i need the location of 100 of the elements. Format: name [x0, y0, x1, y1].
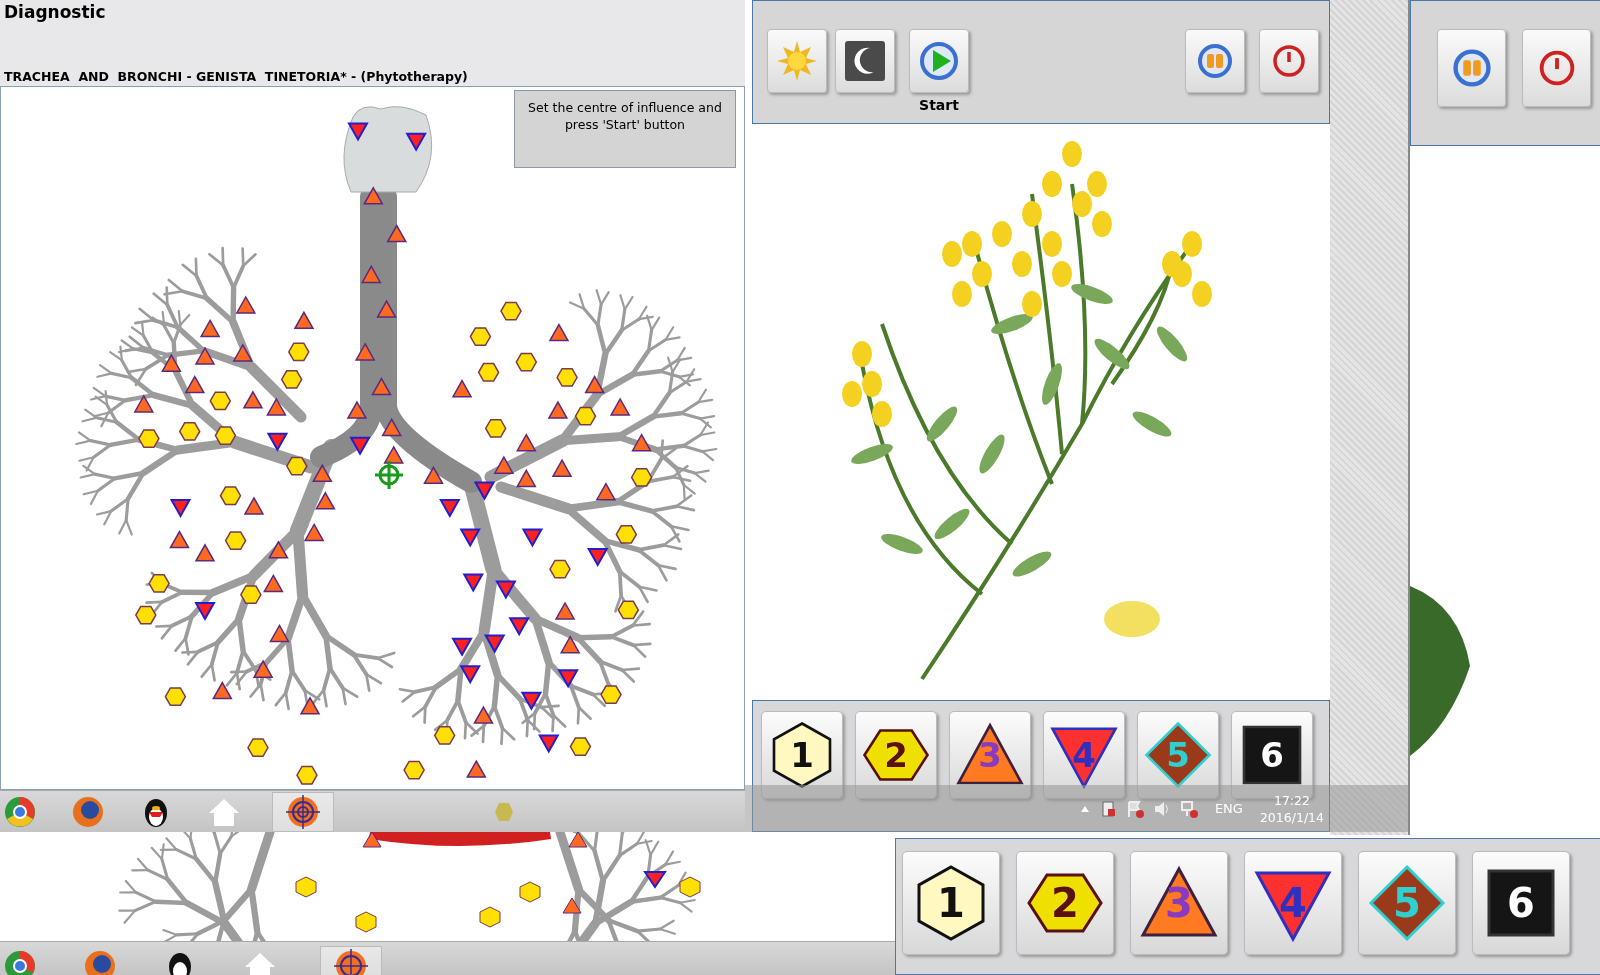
wide-hexagon-button[interactable]: 2 [1016, 851, 1114, 955]
inverted-triangle-marker[interactable] [451, 637, 473, 657]
hexagon-marker[interactable] [479, 906, 501, 928]
inverted-triangle-marker[interactable] [520, 691, 543, 711]
pause-button[interactable] [1185, 29, 1245, 93]
triangle-marker[interactable] [199, 318, 221, 338]
triangle-marker[interactable] [551, 458, 573, 477]
hexagon-button[interactable]: 1 [902, 851, 1000, 955]
inverted-triangle-marker[interactable] [643, 871, 667, 889]
inverted-triangle-marker[interactable] [473, 481, 496, 501]
triangle-marker[interactable] [466, 759, 487, 778]
triangle-marker[interactable] [266, 397, 287, 416]
inverted-triangle-marker[interactable] [495, 580, 517, 600]
hexagon-marker[interactable] [600, 685, 622, 704]
hexagon-marker[interactable] [164, 687, 187, 706]
inverted-triangle-marker[interactable] [587, 547, 609, 567]
triangle-marker[interactable] [362, 832, 382, 848]
triangle-marker[interactable] [354, 342, 376, 361]
hexagon-marker[interactable] [515, 352, 538, 372]
hexagon-marker[interactable] [285, 456, 308, 476]
target-taskbar-icon[interactable] [272, 791, 334, 832]
hexagon-marker[interactable] [469, 327, 492, 346]
target-taskbar-icon[interactable] [320, 946, 382, 975]
hexagon-marker[interactable] [219, 486, 242, 506]
triangle-marker[interactable] [451, 379, 473, 398]
hexagon-marker[interactable] [630, 467, 653, 487]
inverted-triangle-marker[interactable] [557, 669, 579, 689]
triangle-marker[interactable] [243, 496, 265, 515]
hexagon-marker[interactable] [148, 573, 170, 593]
triangle-marker[interactable] [293, 310, 315, 329]
inverted-triangle-marker[interactable] [194, 601, 216, 621]
hexagon-marker[interactable] [477, 362, 500, 382]
triangle-marker[interactable] [346, 400, 368, 419]
triangle-marker[interactable] [493, 455, 515, 474]
hexagon-marker[interactable] [569, 737, 592, 756]
inverted-triangle-marker[interactable] [349, 436, 371, 456]
inverted-triangle-marker[interactable] [169, 498, 192, 518]
triangle-button[interactable]: 3 [949, 711, 1031, 799]
hexagon-marker[interactable] [617, 600, 640, 620]
inverted-triangle-marker[interactable] [405, 132, 427, 152]
clock-date[interactable]: 2016/1/14 [1259, 809, 1324, 825]
hexagon-marker[interactable] [519, 881, 541, 903]
inverted-triangle-marker[interactable] [439, 498, 461, 518]
hexagon-marker[interactable] [484, 418, 507, 438]
triangle-marker[interactable] [554, 601, 576, 620]
wide-hexagon-button[interactable]: 2 [855, 711, 937, 799]
triangle-marker[interactable] [548, 322, 570, 342]
inverted-triangle-marker[interactable] [521, 528, 544, 548]
triangle-marker[interactable] [363, 186, 384, 205]
hexagon-marker[interactable] [574, 406, 597, 426]
triangle-marker[interactable] [562, 897, 582, 914]
hexagon-marker[interactable] [214, 426, 237, 445]
triangle-marker[interactable] [212, 680, 233, 700]
triangle-marker[interactable] [303, 522, 325, 542]
flag-icon[interactable] [1125, 799, 1144, 818]
inverted-triangle-marker[interactable] [459, 528, 481, 548]
hexagon-button[interactable]: 1 [761, 711, 843, 799]
hexagon-marker[interactable] [615, 524, 638, 544]
moon-button[interactable] [835, 29, 895, 93]
triangle-marker[interactable] [235, 295, 257, 314]
hexagon-marker[interactable] [403, 760, 425, 780]
triangle-marker[interactable] [232, 343, 254, 362]
start-button[interactable] [909, 29, 969, 93]
hexagon-marker[interactable] [549, 559, 571, 579]
hexagon-marker[interactable] [138, 429, 160, 448]
triangle-marker[interactable] [383, 445, 404, 464]
triangle-marker[interactable] [184, 374, 206, 394]
hexagon-marker[interactable] [287, 342, 310, 362]
power-button[interactable] [1259, 29, 1319, 93]
language-indicator[interactable]: ENG [1214, 801, 1243, 816]
triangle-marker[interactable] [263, 573, 284, 593]
triangle-button[interactable]: 3 [1130, 851, 1228, 955]
triangle-marker[interactable] [194, 543, 216, 562]
hexagon-marker[interactable] [247, 738, 269, 757]
triangle-marker[interactable] [360, 264, 382, 284]
pause-button[interactable] [1437, 29, 1506, 107]
triangle-marker[interactable] [631, 433, 652, 452]
inverted-triangle-marker[interactable] [508, 617, 530, 637]
triangle-marker[interactable] [315, 491, 336, 510]
triangle-marker[interactable] [381, 417, 402, 437]
triangle-marker[interactable] [312, 463, 333, 482]
triangle-marker[interactable] [559, 635, 581, 654]
triangle-marker[interactable] [516, 433, 537, 452]
inverted-triangle-marker[interactable] [462, 573, 484, 593]
inverted-triangle-marker[interactable] [483, 634, 506, 654]
inverted-triangle-button[interactable]: 4 [1244, 851, 1342, 955]
network-icon[interactable] [1179, 799, 1198, 818]
triangle-marker[interactable] [423, 465, 444, 484]
triangle-marker[interactable] [473, 705, 494, 724]
triangle-marker[interactable] [169, 530, 190, 549]
triangle-marker[interactable] [609, 397, 631, 416]
hexagon-marker[interactable] [209, 391, 232, 411]
inverted-triangle-marker[interactable] [538, 734, 560, 754]
triangle-marker[interactable] [547, 400, 569, 419]
inverted-triangle-button[interactable]: 4 [1043, 711, 1125, 799]
inverted-triangle-marker[interactable] [347, 122, 369, 142]
diamond-button[interactable]: 5 [1358, 851, 1456, 955]
triangle-marker[interactable] [268, 540, 289, 559]
diamond-button[interactable]: 5 [1137, 711, 1219, 799]
triangle-marker[interactable] [584, 374, 605, 394]
